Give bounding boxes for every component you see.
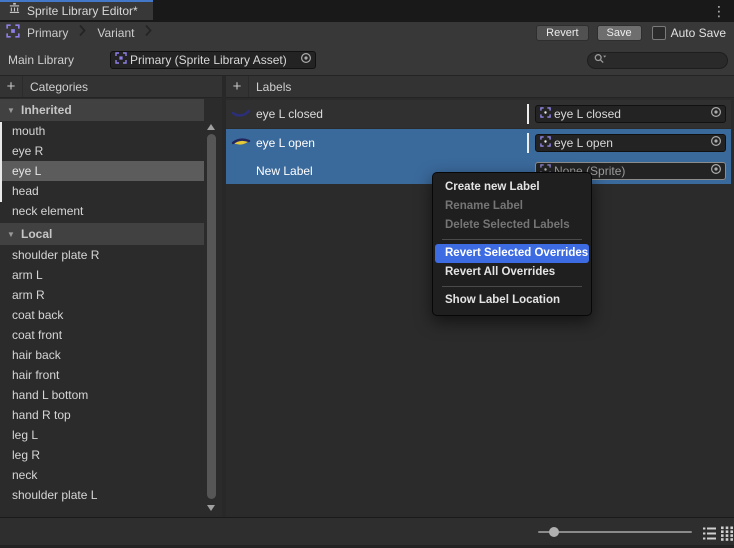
kebab-menu-icon[interactable]: ⋮ (712, 1, 726, 21)
label-name: eye L closed (256, 100, 323, 128)
categories-panel: + Categories ▼ Inherited mouth eye R eye… (0, 76, 222, 517)
tab-strip: Sprite Library Editor* ⋮ (0, 0, 734, 22)
override-indicator-bar (527, 104, 529, 124)
foldout-triangle-icon: ▼ (7, 106, 19, 115)
categories-header: + Categories (0, 76, 222, 98)
menu-item-rename-label: Rename Label (435, 197, 589, 216)
auto-save-checkbox[interactable] (652, 26, 666, 40)
category-item-arm-r[interactable]: arm R (0, 285, 204, 305)
category-item-coat-back[interactable]: coat back (0, 305, 204, 325)
bottom-bar (0, 517, 734, 548)
sprite-icon (540, 134, 551, 152)
sprite-library-editor-window: Sprite Library Editor* ⋮ Primary Variant… (0, 0, 734, 548)
main-library-object-field[interactable]: Primary (Sprite Library Asset) (110, 51, 316, 69)
menu-item-revert-all-overrides[interactable]: Revert All Overrides (435, 263, 589, 282)
context-menu: Create new Label Rename Label Delete Sel… (432, 172, 592, 316)
menu-separator (442, 239, 582, 240)
label-name: eye L open (256, 129, 315, 157)
object-picker-icon[interactable] (710, 162, 722, 180)
label-name: New Label (256, 157, 313, 185)
search-box[interactable] (587, 52, 728, 69)
labels-title: Labels (256, 80, 291, 94)
menu-item-show-label-location[interactable]: Show Label Location (435, 291, 589, 310)
labels-header: + Labels (226, 76, 734, 98)
group-local[interactable]: ▼ Local (0, 223, 204, 245)
object-picker-icon[interactable] (710, 134, 722, 152)
category-item-neck-element[interactable]: neck element (0, 201, 204, 221)
object-picker-icon[interactable] (710, 105, 722, 123)
categories-title: Categories (30, 80, 88, 94)
sprite-object-field[interactable]: eye L closed (535, 105, 726, 123)
search-input[interactable] (611, 54, 721, 68)
category-item-hand-r-top[interactable]: hand R top (0, 405, 204, 425)
category-item-hand-l-bottom[interactable]: hand L bottom (0, 385, 204, 405)
sprite-object-field[interactable]: eye L open (535, 134, 726, 152)
main-library-value: Primary (Sprite Library Asset) (130, 53, 297, 67)
group-inherited[interactable]: ▼ Inherited (0, 99, 204, 121)
chevron-right-icon (79, 24, 86, 42)
auto-save-label: Auto Save (671, 26, 726, 40)
category-item-coat-front[interactable]: coat front (0, 325, 204, 345)
add-label-button[interactable]: + (226, 76, 249, 97)
scroll-up-arrow[interactable] (207, 124, 215, 130)
category-item-hair-back[interactable]: hair back (0, 345, 204, 365)
category-item-shoulder-plate-l[interactable]: shoulder plate L (0, 485, 204, 505)
toolbar: Primary Variant Revert Save Auto Save (0, 22, 734, 44)
chevron-right-icon (145, 24, 152, 42)
category-item-leg-l[interactable]: leg L (0, 425, 204, 445)
override-indicator-bar (527, 133, 529, 153)
category-item-mouth[interactable]: mouth (0, 121, 204, 141)
tab-title: Sprite Library Editor* (27, 4, 138, 18)
category-item-hair-front[interactable]: hair front (0, 365, 204, 385)
sprite-library-asset-icon (115, 51, 127, 69)
menu-item-delete-selected-labels: Delete Selected Labels (435, 216, 589, 235)
list-view-icon[interactable] (702, 526, 717, 546)
scrollbar-thumb[interactable] (207, 134, 216, 499)
label-row-eye-l-open[interactable]: eye L open eye L open (226, 129, 731, 157)
sprite-field-value: eye L open (554, 136, 707, 150)
override-indicator-bar (0, 122, 2, 202)
scroll-down-arrow[interactable] (207, 505, 215, 511)
sprite-library-editor-icon (8, 2, 21, 20)
breadcrumb-variant[interactable]: Variant (90, 26, 141, 40)
sprite-icon (540, 105, 551, 123)
menu-item-revert-selected-overrides[interactable]: Revert Selected Overrides (435, 244, 589, 263)
save-button[interactable]: Save (597, 25, 642, 41)
main-library-label: Main Library (8, 53, 74, 67)
eye-open-sprite-thumbnail (231, 133, 251, 153)
category-item-leg-r[interactable]: leg R (0, 445, 204, 465)
eye-closed-sprite-thumbnail (231, 104, 251, 124)
category-item-eye-r[interactable]: eye R (0, 141, 204, 161)
categories-list: ▼ Inherited mouth eye R eye L head neck … (0, 98, 222, 517)
sprite-field-value: eye L closed (554, 107, 707, 121)
add-category-button[interactable]: + (0, 76, 23, 97)
grid-view-icon[interactable] (720, 526, 734, 546)
categories-scrollbar (205, 121, 218, 514)
sprite-library-icon (6, 24, 20, 43)
category-item-arm-l[interactable]: arm L (0, 265, 204, 285)
revert-button[interactable]: Revert (536, 25, 588, 41)
thumbnail-size-slider[interactable] (538, 531, 692, 533)
category-item-shoulder-plate-r[interactable]: shoulder plate R (0, 245, 204, 265)
menu-item-create-new-label[interactable]: Create new Label (435, 178, 589, 197)
label-row-eye-l-closed[interactable]: eye L closed eye L closed (226, 100, 731, 128)
category-item-head[interactable]: head (0, 181, 204, 201)
main-library-row: Main Library Primary (Sprite Library Ass… (0, 44, 734, 76)
slider-knob[interactable] (549, 527, 559, 537)
tab-sprite-library-editor[interactable]: Sprite Library Editor* (0, 0, 153, 20)
foldout-triangle-icon: ▼ (7, 230, 19, 239)
menu-separator (442, 286, 582, 287)
search-icon (594, 52, 607, 70)
breadcrumb-primary[interactable]: Primary (20, 26, 75, 40)
category-item-eye-l[interactable]: eye L (0, 161, 204, 181)
category-item-neck[interactable]: neck (0, 465, 204, 485)
object-picker-icon[interactable] (300, 51, 312, 69)
